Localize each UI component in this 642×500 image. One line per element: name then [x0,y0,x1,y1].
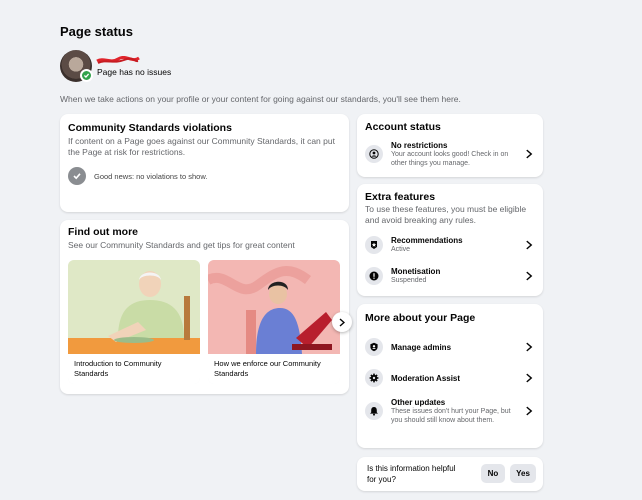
user-shield-icon [365,145,383,163]
account-status-card: Account status No restrictions Your acco… [357,114,543,177]
feedback-question: Is this information helpful for you? [367,464,456,484]
woman-laptop-illustration [208,260,340,354]
page-status-label: Page has no issues [97,67,172,77]
chevron-right-icon [526,149,533,159]
no-restrictions-title: No restrictions [391,140,448,150]
feedback-card: Is this information helpful for you? No … [357,457,543,491]
account-status-title: Account status [365,121,441,133]
violations-title: Community Standards violations [68,122,232,134]
alert-icon [365,267,383,285]
moderation-assist-title: Moderation Assist [391,373,461,383]
carousel-next-button[interactable] [332,312,352,332]
elderly-man-illustration [68,260,200,354]
enforce-community-standards-card[interactable]: How we enforce our Community Standards [208,260,340,384]
page-title: Page status [60,24,133,39]
chevron-right-icon [526,406,533,416]
chevron-right-icon [526,342,533,352]
intro-community-standards-label: Introduction to Community Standards [74,359,162,378]
violations-description: If content on a Page goes against our Co… [68,136,335,157]
chevron-right-icon [526,240,533,250]
shield-icon [365,338,383,356]
redaction-scribble [96,56,140,64]
monetisation-status: Suspended [391,277,427,284]
no-button[interactable]: No [481,464,505,483]
check-circle-icon [68,167,86,185]
other-updates-item[interactable]: Other updates These issues don't hurt yo… [365,398,535,424]
extra-features-card: Extra features To use these features, yo… [357,184,543,296]
monetisation-item[interactable]: Monetisation Suspended [365,265,535,287]
recommendations-icon [365,236,383,254]
intro-community-standards-card[interactable]: Introduction to Community Standards [68,260,200,384]
find-out-subtitle: See our Community Standards and get tips… [68,240,295,250]
find-out-more-card: Find out more See our Community Standard… [60,220,352,394]
moderation-assist-item[interactable]: Moderation Assist [365,368,535,388]
other-updates-title: Other updates [391,397,446,407]
recommendations-status: Active [391,246,411,253]
more-about-page-card: More about your Page Manage admins Moder… [357,304,543,448]
violations-card: Community Standards violations If conten… [60,114,349,212]
no-restrictions-item[interactable]: No restrictions Your account looks good!… [365,140,535,168]
chevron-right-icon [526,373,533,383]
extra-features-title: Extra features [365,191,436,203]
find-out-title: Find out more [68,226,138,238]
intro-text: When we take actions on your profile or … [60,94,461,104]
recommendations-item[interactable]: Recommendations Active [365,234,535,256]
chevron-right-icon [339,317,345,327]
check-icon [80,69,93,82]
manage-admins-title: Manage admins [391,342,452,352]
chevron-right-icon [526,271,533,281]
monetisation-title: Monetisation [391,267,441,276]
good-news-text: Good news: no violations to show. [94,171,208,181]
manage-admins-item[interactable]: Manage admins [365,337,535,357]
extra-features-description: To use these features, you must be eligi… [365,204,527,225]
more-about-title: More about your Page [365,312,476,324]
gear-icon [365,369,383,387]
no-restrictions-sub: Your account looks good! Check in on oth… [391,150,509,167]
bell-icon [365,402,383,420]
yes-button[interactable]: Yes [510,464,536,483]
enforce-community-standards-label: How we enforce our Community Standards [214,359,321,378]
recommendations-title: Recommendations [391,236,463,245]
other-updates-sub: These issues don't hurt your Page, but y… [391,407,511,424]
